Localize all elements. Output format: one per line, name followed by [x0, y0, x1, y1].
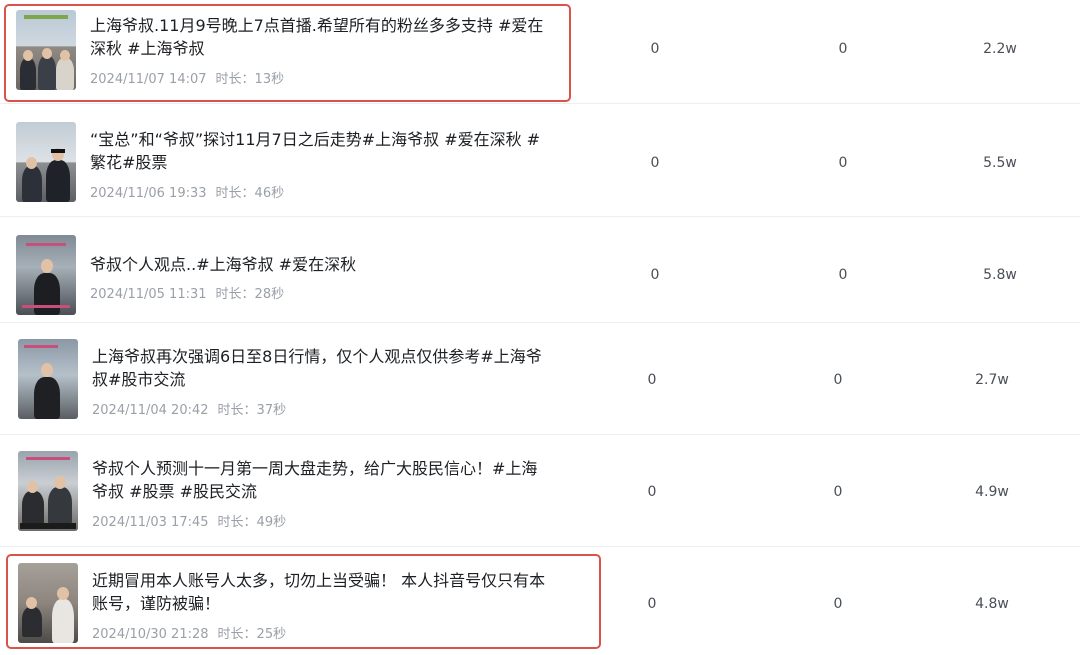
stat-count-1: 0: [650, 155, 660, 171]
video-title[interactable]: 上海爷叔再次强调6日至8日行情，仅个人观点仅供参考#上海爷叔#股市交流: [92, 345, 552, 391]
video-duration: 37秒: [256, 403, 287, 418]
stat-count-2: 0: [833, 484, 843, 500]
stat-count-1: 0: [647, 372, 657, 388]
video-title[interactable]: 近期冒用本人账号人太多，切勿上当受骗！ 本人抖音号仅只有本账号，谨防被骗！: [92, 569, 552, 615]
video-meta: 2024/11/06 19:33 时长：46秒: [90, 182, 284, 201]
video-date: 2024/11/07 14:07: [90, 72, 207, 87]
duration-label: 时长：: [217, 403, 257, 418]
video-list: 上海爷叔.11月9号晚上7点首播.希望所有的粉丝多多支持 #爱在深秋 #上海爷叔…: [0, 0, 1080, 655]
view-count: 2.7w: [975, 372, 1009, 388]
video-duration: 13秒: [254, 72, 285, 87]
video-thumbnail[interactable]: [18, 339, 78, 419]
stat-count-1: 0: [650, 41, 660, 57]
video-date: 2024/11/04 20:42: [92, 403, 209, 418]
video-duration: 28秒: [254, 287, 285, 302]
video-row[interactable]: “宝总”和“爷叔”探讨11月7日之后走势#上海爷叔 #爱在深秋 #繁花#股票 2…: [0, 104, 1080, 217]
video-title[interactable]: 爷叔个人预测十一月第一周大盘走势，给广大股民信心！#上海爷叔 #股票 #股民交流: [92, 457, 552, 503]
video-title[interactable]: “宝总”和“爷叔”探讨11月7日之后走势#上海爷叔 #爱在深秋 #繁花#股票: [90, 128, 550, 174]
video-duration: 46秒: [254, 186, 285, 201]
video-date: 2024/10/30 21:28: [92, 627, 209, 642]
view-count: 2.2w: [983, 41, 1017, 57]
video-meta: 2024/11/03 17:45 时长：49秒: [92, 511, 286, 530]
stat-count-1: 0: [647, 484, 657, 500]
stat-count-2: 0: [833, 372, 843, 388]
video-row[interactable]: 上海爷叔.11月9号晚上7点首播.希望所有的粉丝多多支持 #爱在深秋 #上海爷叔…: [0, 0, 1080, 104]
view-count: 5.8w: [983, 267, 1017, 283]
video-row[interactable]: 爷叔个人观点..#上海爷叔 #爱在深秋 2024/11/05 11:31 时长：2…: [0, 217, 1080, 323]
stat-count-2: 0: [838, 41, 848, 57]
duration-label: 时长：: [215, 287, 255, 302]
video-thumbnail[interactable]: [18, 563, 78, 643]
video-duration: 49秒: [256, 515, 287, 530]
video-title[interactable]: 爷叔个人观点..#上海爷叔 #爱在深秋: [90, 253, 550, 276]
view-count: 4.9w: [975, 484, 1009, 500]
video-row[interactable]: 上海爷叔再次强调6日至8日行情，仅个人观点仅供参考#上海爷叔#股市交流 2024…: [0, 323, 1080, 435]
duration-label: 时长：: [215, 186, 255, 201]
video-meta: 2024/11/07 14:07 时长：13秒: [90, 68, 284, 87]
video-thumbnail[interactable]: [16, 235, 76, 315]
video-meta: 2024/11/05 11:31 时长：28秒: [90, 283, 284, 302]
video-row[interactable]: 爷叔个人预测十一月第一周大盘走势，给广大股民信心！#上海爷叔 #股票 #股民交流…: [0, 435, 1080, 547]
video-date: 2024/11/05 11:31: [90, 287, 207, 302]
stat-count-2: 0: [838, 155, 848, 171]
video-thumbnail[interactable]: [16, 122, 76, 202]
duration-label: 时长：: [217, 515, 257, 530]
video-row[interactable]: 近期冒用本人账号人太多，切勿上当受骗！ 本人抖音号仅只有本账号，谨防被骗！ 20…: [0, 547, 1080, 655]
view-count: 4.8w: [975, 596, 1009, 612]
video-date: 2024/11/06 19:33: [90, 186, 207, 201]
stat-count-2: 0: [838, 267, 848, 283]
video-thumbnail[interactable]: [18, 451, 78, 531]
view-count: 5.5w: [983, 155, 1017, 171]
video-title[interactable]: 上海爷叔.11月9号晚上7点首播.希望所有的粉丝多多支持 #爱在深秋 #上海爷叔: [90, 14, 550, 60]
stat-count-2: 0: [833, 596, 843, 612]
duration-label: 时长：: [215, 72, 255, 87]
video-meta: 2024/11/04 20:42 时长：37秒: [92, 399, 286, 418]
video-meta: 2024/10/30 21:28 时长：25秒: [92, 623, 286, 642]
video-thumbnail[interactable]: [16, 10, 76, 90]
video-duration: 25秒: [256, 627, 287, 642]
stat-count-1: 0: [647, 596, 657, 612]
duration-label: 时长：: [217, 627, 257, 642]
stat-count-1: 0: [650, 267, 660, 283]
video-date: 2024/11/03 17:45: [92, 515, 209, 530]
